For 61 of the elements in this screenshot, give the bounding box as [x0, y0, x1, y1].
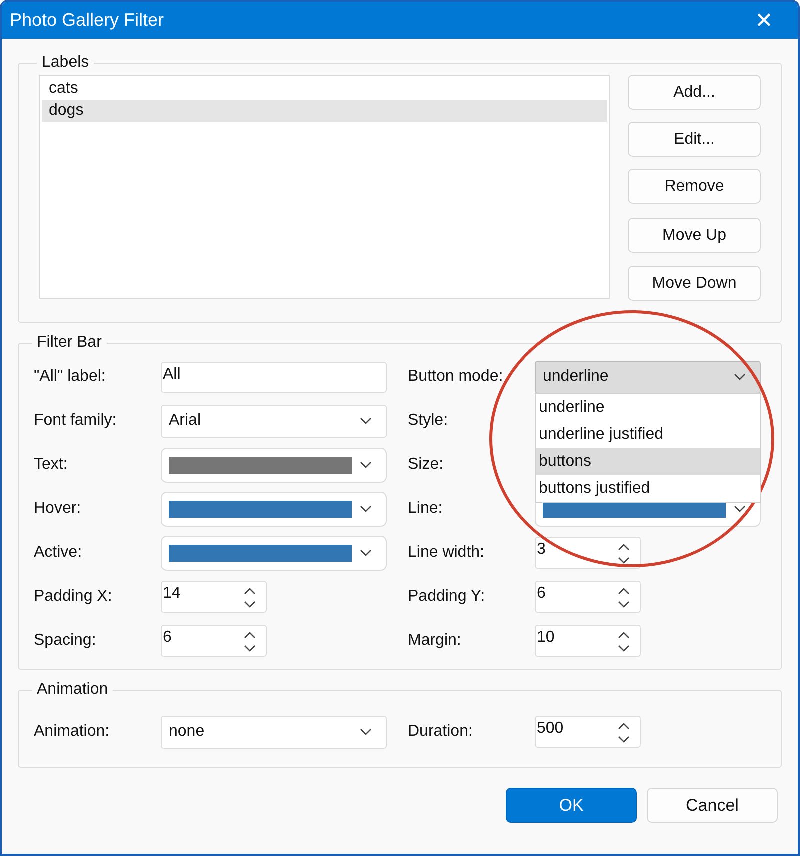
action-button[interactable]: Move Up [628, 218, 761, 253]
field-label: Text: [34, 455, 69, 475]
action-button[interactable]: Add... [628, 75, 761, 110]
spin-arrows-icon [244, 632, 256, 652]
field-label: Animation: [34, 722, 111, 742]
spin-box[interactable]: 10 [535, 625, 641, 657]
dropdown-option[interactable]: buttons [536, 448, 760, 474]
field-label: Hover: [34, 499, 82, 519]
spin-arrows-icon [244, 588, 256, 608]
text-field[interactable]: All [161, 362, 387, 392]
spin-box[interactable]: 6 [161, 625, 267, 657]
color-picker[interactable] [161, 536, 387, 570]
spin-arrows-icon [618, 632, 630, 652]
field-label: Padding Y: [408, 587, 486, 607]
field-label: Size: [408, 455, 445, 475]
field-label: Padding X: [34, 587, 114, 607]
spin-box[interactable]: 6 [535, 581, 641, 613]
color-picker[interactable] [161, 448, 387, 482]
field-label: Line width: [408, 543, 486, 563]
list-item[interactable]: dogs [42, 100, 607, 122]
spin-box[interactable]: 500 [535, 716, 641, 748]
group-title: Labels [41, 53, 90, 73]
chevron-down-icon [360, 505, 372, 513]
spin-arrows-icon [618, 723, 630, 743]
field-label: Font family: [34, 411, 118, 431]
field-label: Button mode: [408, 367, 504, 387]
action-button[interactable]: Remove [628, 169, 761, 204]
dropdown-combo[interactable]: Arial [161, 404, 387, 438]
field-label: Style: [408, 411, 450, 431]
dropdown-option[interactable]: underline [536, 394, 760, 420]
dropdown-option[interactable]: underline justified [536, 420, 760, 448]
chevron-down-icon [360, 461, 372, 469]
spin-arrows-icon [618, 588, 630, 608]
spin-arrows-icon [618, 544, 630, 564]
field-label: Spacing: [34, 631, 98, 651]
group-title: Filter Bar [36, 333, 103, 353]
chevron-down-icon [734, 373, 746, 381]
list-item[interactable]: cats [42, 78, 607, 100]
field-label: Active: [34, 543, 84, 563]
chevron-down-icon [360, 549, 372, 557]
dropdown-combo[interactable]: none [161, 716, 387, 748]
chevron-down-icon [360, 417, 372, 425]
dropdown-option[interactable]: buttons justified [536, 474, 760, 502]
field-label: Margin: [408, 631, 462, 651]
action-button[interactable]: Move Down [628, 266, 761, 301]
window-title: Photo Gallery Filter [10, 9, 164, 32]
dropdown-combo[interactable]: underline [535, 360, 761, 394]
cancel-button[interactable]: Cancel [647, 788, 778, 823]
labels-listbox[interactable]: cats dogs [39, 75, 610, 299]
action-button[interactable]: Edit... [628, 122, 761, 157]
close-button[interactable]: ✕ [744, 4, 784, 36]
ok-button[interactable]: OK [506, 788, 637, 823]
chevron-down-icon [734, 505, 746, 513]
field-label: Duration: [408, 722, 474, 742]
field-label: "All" label: [34, 367, 107, 387]
group-title: Animation [36, 680, 110, 700]
spin-box[interactable]: 14 [161, 581, 267, 613]
spin-box[interactable]: 3 [535, 537, 641, 569]
chevron-down-icon [360, 728, 372, 736]
color-picker[interactable] [161, 492, 387, 526]
field-label: Line: [408, 499, 444, 519]
